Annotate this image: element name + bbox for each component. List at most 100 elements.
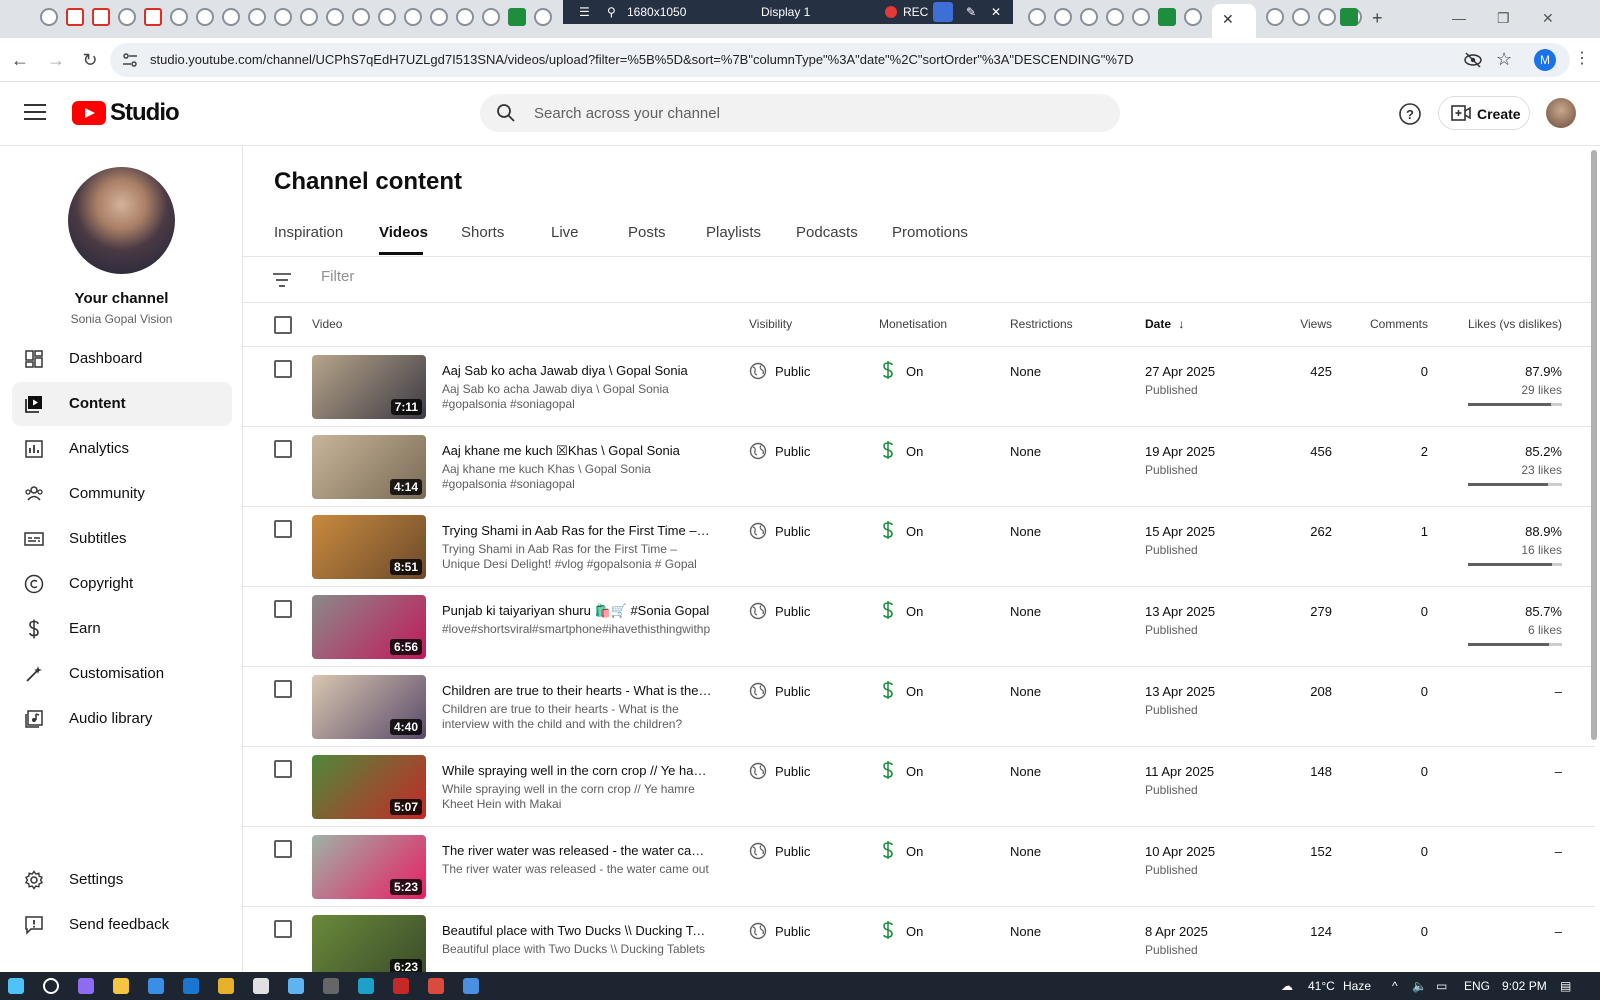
chrome-active-icon[interactable] bbox=[463, 978, 479, 994]
tab-podcasts[interactable]: Podcasts bbox=[796, 224, 858, 241]
browser-tab-favicon[interactable] bbox=[326, 8, 344, 26]
windows-start-icon[interactable] bbox=[8, 978, 24, 994]
create-button[interactable]: Create bbox=[1438, 96, 1530, 130]
address-bar[interactable]: studio.youtube.com/channel/UCPhS7qEdH7UZ… bbox=[110, 43, 1570, 77]
video-title[interactable]: Aaj Sab ko acha Jawab diya \ Gopal Sonia bbox=[442, 363, 712, 378]
column-header-restrictions[interactable]: Restrictions bbox=[1010, 317, 1073, 331]
recorder-stop-icon[interactable] bbox=[933, 2, 953, 22]
network-icon[interactable]: ▭ bbox=[1436, 979, 1447, 993]
browser-tab-favicon[interactable] bbox=[66, 8, 84, 26]
restrictions-value[interactable]: None bbox=[1010, 844, 1041, 859]
search-icon[interactable] bbox=[43, 978, 59, 994]
recorder-icon[interactable] bbox=[393, 978, 409, 994]
globe-icon[interactable] bbox=[749, 602, 767, 620]
account-avatar[interactable] bbox=[1546, 98, 1576, 128]
tab-posts[interactable]: Posts bbox=[628, 224, 666, 241]
row-checkbox[interactable] bbox=[274, 920, 292, 938]
browser-tab-favicon[interactable] bbox=[1080, 8, 1098, 26]
browser-tab-favicon[interactable] bbox=[170, 8, 188, 26]
globe-icon[interactable] bbox=[749, 762, 767, 780]
monetisation-value[interactable]: On bbox=[906, 844, 923, 859]
dollar-icon[interactable] bbox=[881, 360, 895, 380]
restrictions-value[interactable]: None bbox=[1010, 764, 1041, 779]
bookmark-star-icon[interactable]: ☆ bbox=[1496, 49, 1512, 70]
globe-icon[interactable] bbox=[749, 442, 767, 460]
search-icon[interactable] bbox=[496, 103, 516, 123]
dollar-icon[interactable] bbox=[881, 760, 895, 780]
eye-off-icon[interactable] bbox=[1464, 52, 1482, 68]
visibility-value[interactable]: Public bbox=[775, 764, 810, 779]
row-checkbox[interactable] bbox=[274, 440, 292, 458]
tab-shorts[interactable]: Shorts bbox=[461, 224, 504, 241]
search-box[interactable] bbox=[480, 94, 1120, 132]
browser-tab-favicon[interactable] bbox=[144, 8, 162, 26]
tray-overflow-icon[interactable]: ^ bbox=[1392, 979, 1398, 993]
hamburger-menu-icon[interactable] bbox=[24, 104, 46, 122]
select-all-checkbox[interactable] bbox=[274, 316, 292, 334]
sidebar-item-content[interactable]: Content bbox=[12, 382, 232, 426]
column-header-views[interactable]: Views bbox=[1300, 317, 1332, 331]
channel-avatar[interactable] bbox=[68, 167, 175, 274]
browser-tab-favicon[interactable] bbox=[92, 8, 110, 26]
monetisation-value[interactable]: On bbox=[906, 524, 923, 539]
monetisation-value[interactable]: On bbox=[906, 604, 923, 619]
column-header-video[interactable]: Video bbox=[312, 317, 342, 331]
table-row[interactable]: 8:51 Trying Shami in Aab Ras for the Firs… bbox=[243, 507, 1595, 587]
browser-tab-favicon[interactable] bbox=[378, 8, 396, 26]
file-explorer-icon[interactable] bbox=[113, 978, 129, 994]
visibility-value[interactable]: Public bbox=[775, 844, 810, 859]
sidebar-item-customisation[interactable]: Customisation bbox=[12, 652, 232, 696]
browser-tab-favicon[interactable] bbox=[1132, 8, 1150, 26]
sidebar-item-dashboard[interactable]: Dashboard bbox=[12, 337, 232, 381]
store-icon[interactable] bbox=[148, 978, 164, 994]
record-icon[interactable] bbox=[885, 6, 897, 18]
video-title[interactable]: The river water was released - the water… bbox=[442, 843, 712, 858]
video-thumbnail[interactable]: 7:11 bbox=[312, 355, 426, 419]
restrictions-value[interactable]: None bbox=[1010, 924, 1041, 939]
dollar-icon[interactable] bbox=[881, 920, 895, 940]
sidebar-item-settings[interactable]: Settings bbox=[12, 858, 232, 902]
video-title[interactable]: Aaj khane me kuch ☒Khas \ Gopal Sonia bbox=[442, 443, 712, 459]
column-header-likes[interactable]: Likes (vs dislikes) bbox=[1468, 317, 1562, 331]
globe-icon[interactable] bbox=[749, 362, 767, 380]
tab-live[interactable]: Live bbox=[551, 224, 579, 241]
browser-profile-avatar[interactable]: M bbox=[1534, 49, 1556, 71]
notifications-icon[interactable]: ▤ bbox=[1560, 979, 1571, 993]
new-tab-icon[interactable]: + bbox=[1372, 8, 1383, 29]
help-icon[interactable]: ? bbox=[1398, 102, 1422, 126]
video-thumbnail[interactable]: 4:14 bbox=[312, 435, 426, 499]
browser-tab-favicon[interactable] bbox=[196, 8, 214, 26]
column-header-comments[interactable]: Comments bbox=[1370, 317, 1428, 331]
filter-input[interactable] bbox=[321, 262, 621, 290]
visibility-value[interactable]: Public bbox=[775, 604, 810, 619]
browser-tab-favicon[interactable] bbox=[508, 8, 526, 26]
browser-tab-favicon[interactable] bbox=[1340, 8, 1358, 26]
table-row[interactable]: 4:14 Aaj khane me kuch ☒Khas \ Gopal Soni… bbox=[243, 427, 1595, 507]
globe-icon[interactable] bbox=[749, 682, 767, 700]
language-indicator[interactable]: ENG bbox=[1464, 979, 1490, 993]
tab-promotions[interactable]: Promotions bbox=[892, 224, 968, 241]
chrome-icon[interactable] bbox=[218, 978, 234, 994]
table-row[interactable]: 7:11 Aaj Sab ko acha Jawab diya \ Gopal S… bbox=[243, 347, 1595, 427]
browser-tab-favicon[interactable] bbox=[352, 8, 370, 26]
sidebar-item-earn[interactable]: Earn bbox=[12, 607, 232, 651]
video-thumbnail[interactable]: 4:40 bbox=[312, 675, 426, 739]
browser-tab-favicon[interactable] bbox=[1054, 8, 1072, 26]
row-checkbox[interactable] bbox=[274, 360, 292, 378]
table-row[interactable]: 5:23 The river water was released - the w… bbox=[243, 827, 1595, 907]
video-title[interactable]: Punjab ki taiyariyan shuru 🛍️🛒 #Sonia Go… bbox=[442, 603, 712, 619]
tab-playlists[interactable]: Playlists bbox=[706, 224, 761, 241]
table-row[interactable]: 6:56 Punjab ki taiyariyan shuru 🛍️🛒 #Soni… bbox=[243, 587, 1595, 667]
recorder-close-icon[interactable]: ✕ bbox=[991, 5, 1001, 19]
restrictions-value[interactable]: None bbox=[1010, 524, 1041, 539]
browser-tab-favicon[interactable] bbox=[456, 8, 474, 26]
browser-tab-favicon[interactable] bbox=[248, 8, 266, 26]
sidebar-item-subtitles[interactable]: Subtitles bbox=[12, 517, 232, 561]
monetisation-value[interactable]: On bbox=[906, 444, 923, 459]
video-title[interactable]: Beautiful place with Two Ducks \\ Duckin… bbox=[442, 923, 712, 938]
restrictions-value[interactable]: None bbox=[1010, 684, 1041, 699]
visibility-value[interactable]: Public bbox=[775, 364, 810, 379]
video-title[interactable]: Children are true to their hearts - What… bbox=[442, 683, 712, 698]
pen-icon[interactable]: ✎ bbox=[966, 5, 976, 19]
browser-tab-favicon[interactable] bbox=[40, 8, 58, 26]
